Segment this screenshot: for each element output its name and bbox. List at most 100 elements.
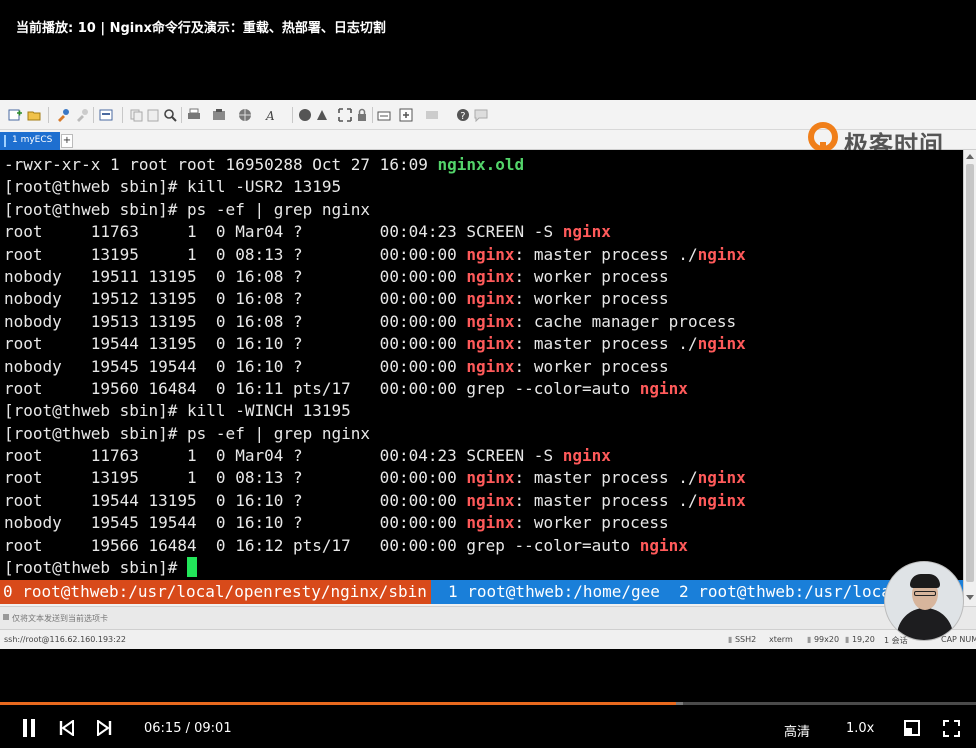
terminal-text: root 13195 1 0 08:13 ? 00:00:00 bbox=[4, 244, 467, 264]
terminal-output[interactable]: -rwxr-xr-x 1 root root 16950288 Oct 27 1… bbox=[0, 150, 963, 604]
fullscreen-icon[interactable] bbox=[943, 720, 960, 737]
lock-small-icon: ▮ bbox=[728, 635, 735, 644]
paste-icon[interactable] bbox=[146, 108, 160, 122]
terminal-text: root 19566 16484 0 16:12 pts/17 00:00:00… bbox=[4, 535, 640, 555]
terminal-line: root 13195 1 0 08:13 ? 00:00:00 nginx: m… bbox=[4, 244, 746, 266]
help-icon[interactable]: ? bbox=[456, 108, 470, 122]
terminal-text: [root@thweb sbin]# kill -WINCH 13195 bbox=[4, 401, 351, 421]
terminal-text: nginx bbox=[697, 468, 746, 488]
terminal-text: nobody 19545 19544 0 16:10 ? 00:00:00 bbox=[4, 513, 467, 533]
terminal-text: nginx bbox=[466, 334, 515, 354]
terminal-text: [root@thweb sbin]# ps -ef | grep nginx bbox=[4, 423, 371, 443]
video-player-controls: 06:15 / 09:01 高清 1.0x bbox=[0, 649, 976, 748]
terminal-line: nobody 19545 19544 0 16:10 ? 00:00:00 ng… bbox=[4, 356, 746, 378]
terminal-text: nobody 19511 13195 0 16:08 ? 00:00:00 bbox=[4, 266, 467, 286]
terminal-text: nginx bbox=[466, 468, 515, 488]
terminal-scrollbar[interactable] bbox=[963, 150, 976, 604]
playback-time: 06:15 / 09:01 bbox=[144, 721, 232, 736]
scroll-up-icon[interactable] bbox=[966, 154, 974, 159]
terminal-text: nginx bbox=[466, 490, 515, 510]
terminal-line: nobody 19511 13195 0 16:08 ? 00:00:00 ng… bbox=[4, 266, 746, 288]
send-text-bar[interactable]: 仅将文本发送到当前选项卡 bbox=[0, 606, 976, 630]
status-terminal-type: xterm bbox=[769, 635, 793, 644]
terminal-app-window: A ? 1 myECS + 极客时间 -rwxr-xr-x 1 root roo… bbox=[0, 100, 976, 649]
terminal-text: nginx bbox=[466, 311, 515, 331]
new-tab-button[interactable]: + bbox=[61, 134, 73, 148]
terminal-text: nginx bbox=[697, 334, 746, 354]
screen-window-list: 0 root@thweb:/usr/local/openresty/nginx/… bbox=[0, 580, 963, 604]
screen-window-0[interactable]: 0 root@thweb:/usr/local/openresty/nginx/… bbox=[0, 580, 431, 604]
terminal-lines: -rwxr-xr-x 1 root root 16950288 Oct 27 1… bbox=[4, 154, 746, 579]
tab-myecs[interactable]: 1 myECS bbox=[0, 132, 60, 150]
keymap-icon[interactable] bbox=[298, 108, 312, 122]
scroll-down-icon[interactable] bbox=[966, 595, 974, 600]
disconnect-icon[interactable] bbox=[75, 108, 89, 122]
terminal-text: : master process ./ bbox=[514, 490, 698, 510]
connect-icon[interactable] bbox=[56, 108, 70, 122]
add-icon[interactable] bbox=[399, 108, 413, 122]
globe-icon[interactable] bbox=[238, 108, 252, 122]
terminal-text: root 19544 13195 0 16:10 ? 00:00:00 bbox=[4, 490, 467, 510]
terminal-text: : cache manager process bbox=[514, 311, 737, 331]
sftp-icon[interactable] bbox=[212, 108, 226, 122]
terminal-text: nginx bbox=[466, 289, 515, 309]
terminal-text: nginx bbox=[562, 222, 611, 242]
previous-icon[interactable] bbox=[59, 720, 75, 736]
status-connection: ssh://root@116.62.160.193:22 bbox=[4, 635, 127, 644]
cursor-small-icon: ▮ bbox=[845, 635, 852, 644]
scroll-thumb[interactable] bbox=[966, 164, 974, 582]
pause-icon[interactable] bbox=[21, 719, 37, 737]
terminal-line: [root@thweb sbin]# ps -ef | grep nginx bbox=[4, 423, 746, 445]
terminal-text: : master process ./ bbox=[514, 468, 698, 488]
terminal-line: root 19544 13195 0 16:10 ? 00:00:00 ngin… bbox=[4, 333, 746, 355]
terminal-text: nginx bbox=[562, 446, 611, 466]
terminal-text: nginx bbox=[697, 490, 746, 510]
session-options-icon[interactable] bbox=[99, 108, 113, 122]
copy-icon[interactable] bbox=[129, 108, 143, 122]
progress-bar[interactable] bbox=[0, 702, 976, 705]
svg-text:A: A bbox=[265, 109, 275, 122]
font-icon[interactable]: A bbox=[265, 108, 279, 122]
find-icon[interactable] bbox=[163, 108, 177, 122]
terminal-line: [root@thweb sbin]# kill -USR2 13195 bbox=[4, 176, 746, 198]
chat-icon[interactable] bbox=[474, 108, 488, 122]
screen-window-1[interactable]: 1 root@thweb:/home/gee bbox=[448, 580, 660, 604]
picture-in-picture-icon[interactable] bbox=[904, 720, 920, 736]
menu-icon[interactable] bbox=[3, 614, 9, 620]
progress-played bbox=[0, 702, 677, 705]
terminal-text: : worker process bbox=[514, 513, 669, 533]
terminal-text: nobody 19512 13195 0 16:08 ? 00:00:00 bbox=[4, 289, 467, 309]
terminal-line: [root@thweb sbin]# kill -WINCH 13195 bbox=[4, 400, 746, 422]
keyboard-icon[interactable] bbox=[377, 108, 391, 122]
terminal-text: root 11763 1 0 Mar04 ? 00:04:23 SCREEN -… bbox=[4, 222, 563, 242]
tile-icon[interactable] bbox=[425, 108, 439, 122]
open-folder-icon[interactable] bbox=[27, 108, 41, 122]
speed-button[interactable]: 1.0x bbox=[846, 721, 874, 736]
script-icon[interactable] bbox=[315, 108, 329, 122]
screen-window-2[interactable]: 2 root@thweb:/usr/local bbox=[679, 580, 901, 604]
print-icon[interactable] bbox=[187, 108, 201, 122]
terminal-text: -rwxr-xr-x 1 root root 16950288 Oct 27 1… bbox=[4, 155, 438, 174]
terminal-text: root 11763 1 0 Mar04 ? 00:04:23 SCREEN -… bbox=[4, 446, 563, 466]
next-icon[interactable] bbox=[96, 720, 112, 736]
expand-icon[interactable] bbox=[338, 108, 352, 122]
status-protocol: ▮ SSH2 bbox=[728, 635, 757, 644]
status-bar: ssh://root@116.62.160.193:22 ▮ SSH2 xter… bbox=[0, 631, 976, 649]
terminal-text: root 13195 1 0 08:13 ? 00:00:00 bbox=[4, 468, 467, 488]
new-session-icon[interactable] bbox=[8, 108, 22, 122]
lock-icon[interactable] bbox=[355, 108, 369, 122]
terminal-text: root 19560 16484 0 16:11 pts/17 00:00:00… bbox=[4, 378, 640, 398]
terminal-line: root 13195 1 0 08:13 ? 00:00:00 nginx: m… bbox=[4, 467, 746, 489]
video-title-bar: 当前播放: 10 | Nginx命令行及演示：重载、热部署、日志切割 bbox=[0, 0, 976, 100]
terminal-text: : worker process bbox=[514, 289, 669, 309]
presenter-webcam bbox=[884, 561, 964, 641]
terminal-text: [root@thweb sbin]# bbox=[4, 558, 188, 578]
terminal-cursor bbox=[187, 557, 198, 578]
terminal-text: nginx bbox=[466, 266, 515, 286]
status-cursor-position: ▮ 19,20 bbox=[845, 635, 875, 644]
quality-button[interactable]: 高清 bbox=[784, 721, 810, 740]
terminal-line: root 11763 1 0 Mar04 ? 00:04:23 SCREEN -… bbox=[4, 221, 746, 243]
terminal-text: [root@thweb sbin]# ps -ef | grep nginx bbox=[4, 199, 371, 219]
terminal-line: root 19560 16484 0 16:11 pts/17 00:00:00… bbox=[4, 378, 746, 400]
terminal-text: nginx bbox=[466, 244, 515, 264]
